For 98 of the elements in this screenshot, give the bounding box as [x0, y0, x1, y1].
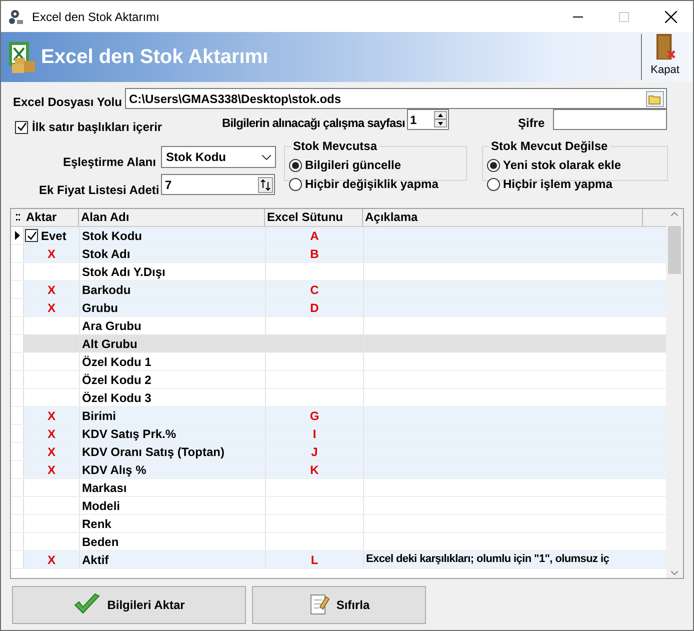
table-row[interactable]: Özel Kodu 1 [11, 353, 666, 371]
table-cell-text: X [47, 552, 56, 568]
match-field-dropdown[interactable]: Stok Kodu [161, 146, 276, 168]
header-title: Excel den Stok Aktarımı [41, 45, 268, 70]
checkbox[interactable] [15, 120, 28, 134]
table-cell-text: A [310, 228, 319, 244]
table-cell-text: Excel deki karşılıkları; olumlu için "1", olumsuz iç [366, 552, 610, 568]
table-row[interactable]: X Stok Adı B [11, 245, 666, 263]
password-field[interactable] [553, 109, 667, 130]
table-cell-text: Beden [82, 534, 119, 550]
table-cell-text: D [310, 300, 319, 316]
table-cell-text: X [47, 462, 56, 478]
app-icon [8, 8, 24, 24]
table-cell-text: K [310, 462, 319, 478]
table-row[interactable]: Alt Grubu [11, 335, 666, 353]
close-icon[interactable] [665, 10, 677, 22]
table-cell-text: Stok Kodu [82, 228, 142, 244]
table-row[interactable]: Özel Kodu 2 [11, 371, 666, 389]
file-path-field[interactable]: C:\Users\GMAS338\Desktop\stok.ods [125, 88, 667, 109]
window-title: Excel den Stok Aktarımı [32, 8, 160, 26]
table-cell-text: Modeli [82, 498, 120, 514]
group-title: Stok Mevcutsa [291, 139, 380, 153]
table-cell-text: Özel Kodu 2 [82, 372, 152, 388]
field-label: Ek Fiyat Listesi Adeti [39, 182, 160, 199]
table-cell-text: Barkodu [82, 282, 131, 298]
field-label: Eşleştirme Alanı [63, 154, 156, 171]
scrollbar-thumb[interactable] [668, 226, 681, 274]
radio-option[interactable]: Yeni stok olarak ekle [487, 156, 622, 174]
table-cell-text: L [310, 552, 318, 568]
close-button[interactable]: Kapat [643, 33, 687, 81]
table-cell-text: Özel Kodu 3 [82, 390, 152, 406]
transfer-button[interactable]: Bilgileri Aktar [12, 586, 246, 624]
table-row[interactable]: X KDV Satış Prk.% I [11, 425, 666, 443]
spin-arrows-icon[interactable] [258, 176, 273, 192]
radio-option[interactable]: Hiçbir değişiklik yapma [289, 175, 438, 193]
chevron-up-icon[interactable] [671, 212, 678, 216]
sheet-number-spinner[interactable]: 1 [407, 109, 449, 130]
table-cell-text: Özel Kodu 1 [82, 354, 152, 370]
chevron-down-icon[interactable] [671, 571, 678, 575]
checkbox-label: Evet [41, 228, 66, 244]
table-cell-text: G [310, 408, 320, 424]
table-row[interactable]: Ara Grubu [11, 317, 666, 335]
table-cell-text: C [310, 282, 319, 298]
field-label: Excel Dosyası Yolu [13, 94, 122, 111]
table-cell-text: Birimi [82, 408, 116, 424]
field-label: Şifre [518, 115, 545, 132]
table-row[interactable]: X Grubu D [11, 299, 666, 317]
excel-boxes-icon [7, 40, 37, 74]
table-row[interactable]: Beden [11, 533, 666, 551]
radio-option[interactable]: Hiçbir işlem yapma [487, 175, 612, 193]
column-header[interactable]: Excel Sütunu [265, 209, 363, 226]
checkbox-label: İlk satır başlıkları içerir [32, 119, 162, 136]
table-cell-text: X [47, 282, 56, 298]
group-title: Stok Mevcut Değilse [489, 139, 610, 153]
table-row[interactable]: Modeli [11, 497, 666, 515]
vertical-scrollbar[interactable] [666, 209, 683, 578]
table-cell-text: X [47, 300, 56, 316]
table-cell-text: Aktif [82, 552, 109, 568]
table-row[interactable]: Evet Stok Kodu A [11, 227, 666, 245]
table-cell-text: Stok Adı Y.Dışı [82, 264, 166, 280]
price-list-spinner[interactable]: 7 [161, 174, 275, 195]
table-cell-text: J [311, 444, 318, 460]
column-header[interactable]: Alan Adı [79, 209, 265, 226]
table-row[interactable]: Stok Adı Y.Dışı [11, 263, 666, 281]
column-header[interactable]: Aktar [24, 209, 79, 226]
table-cell-text: X [47, 246, 56, 262]
table-cell-text: KDV Alış % [82, 462, 146, 478]
column-header[interactable]: Açıklama [363, 209, 643, 226]
grip-icon [16, 214, 20, 221]
table-cell-text: KDV Oranı Satış (Toptan) [82, 444, 224, 460]
table-row[interactable]: X Birimi G [11, 407, 666, 425]
table-cell-text: Grubu [82, 300, 118, 316]
table-row[interactable]: X Aktif L Excel deki karşılıkları; olumlu için "1", olumsuz iç [11, 551, 666, 569]
reset-button[interactable]: Sıfırla [252, 586, 426, 624]
table-cell-text: Stok Adı [82, 246, 130, 262]
table-cell-text: KDV Satış Prk.% [82, 426, 176, 442]
table-cell-text: Markası [82, 480, 127, 496]
table-cell-text: B [310, 246, 319, 262]
folder-icon[interactable] [646, 90, 664, 106]
table-row[interactable]: Özel Kodu 3 [11, 389, 666, 407]
table-row[interactable]: X Barkodu C [11, 281, 666, 299]
table-row[interactable]: Renk [11, 515, 666, 533]
table-cell-text: I [312, 426, 316, 442]
table-cell-text: X [47, 444, 56, 460]
radio-option[interactable]: Bilgileri güncelle [289, 156, 402, 174]
field-label: Bilgilerin alınacağı çalışma sayfası [222, 115, 405, 132]
chevron-down-icon [262, 154, 271, 160]
checkbox[interactable] [25, 229, 38, 242]
eraser-page-icon [308, 593, 330, 617]
table-cell-text: X [47, 408, 56, 424]
table-row[interactable]: X KDV Oranı Satış (Toptan) J [11, 443, 666, 461]
table-cell-text: X [47, 426, 56, 442]
table-row[interactable]: Markası [11, 479, 666, 497]
table-cell-text: Ara Grubu [82, 318, 142, 334]
spin-arrows-icon[interactable] [434, 111, 447, 128]
table-row[interactable]: X KDV Alış % K [11, 461, 666, 479]
table-cell-text: Renk [82, 516, 112, 532]
table-cell-text: Alt Grubu [82, 336, 138, 352]
